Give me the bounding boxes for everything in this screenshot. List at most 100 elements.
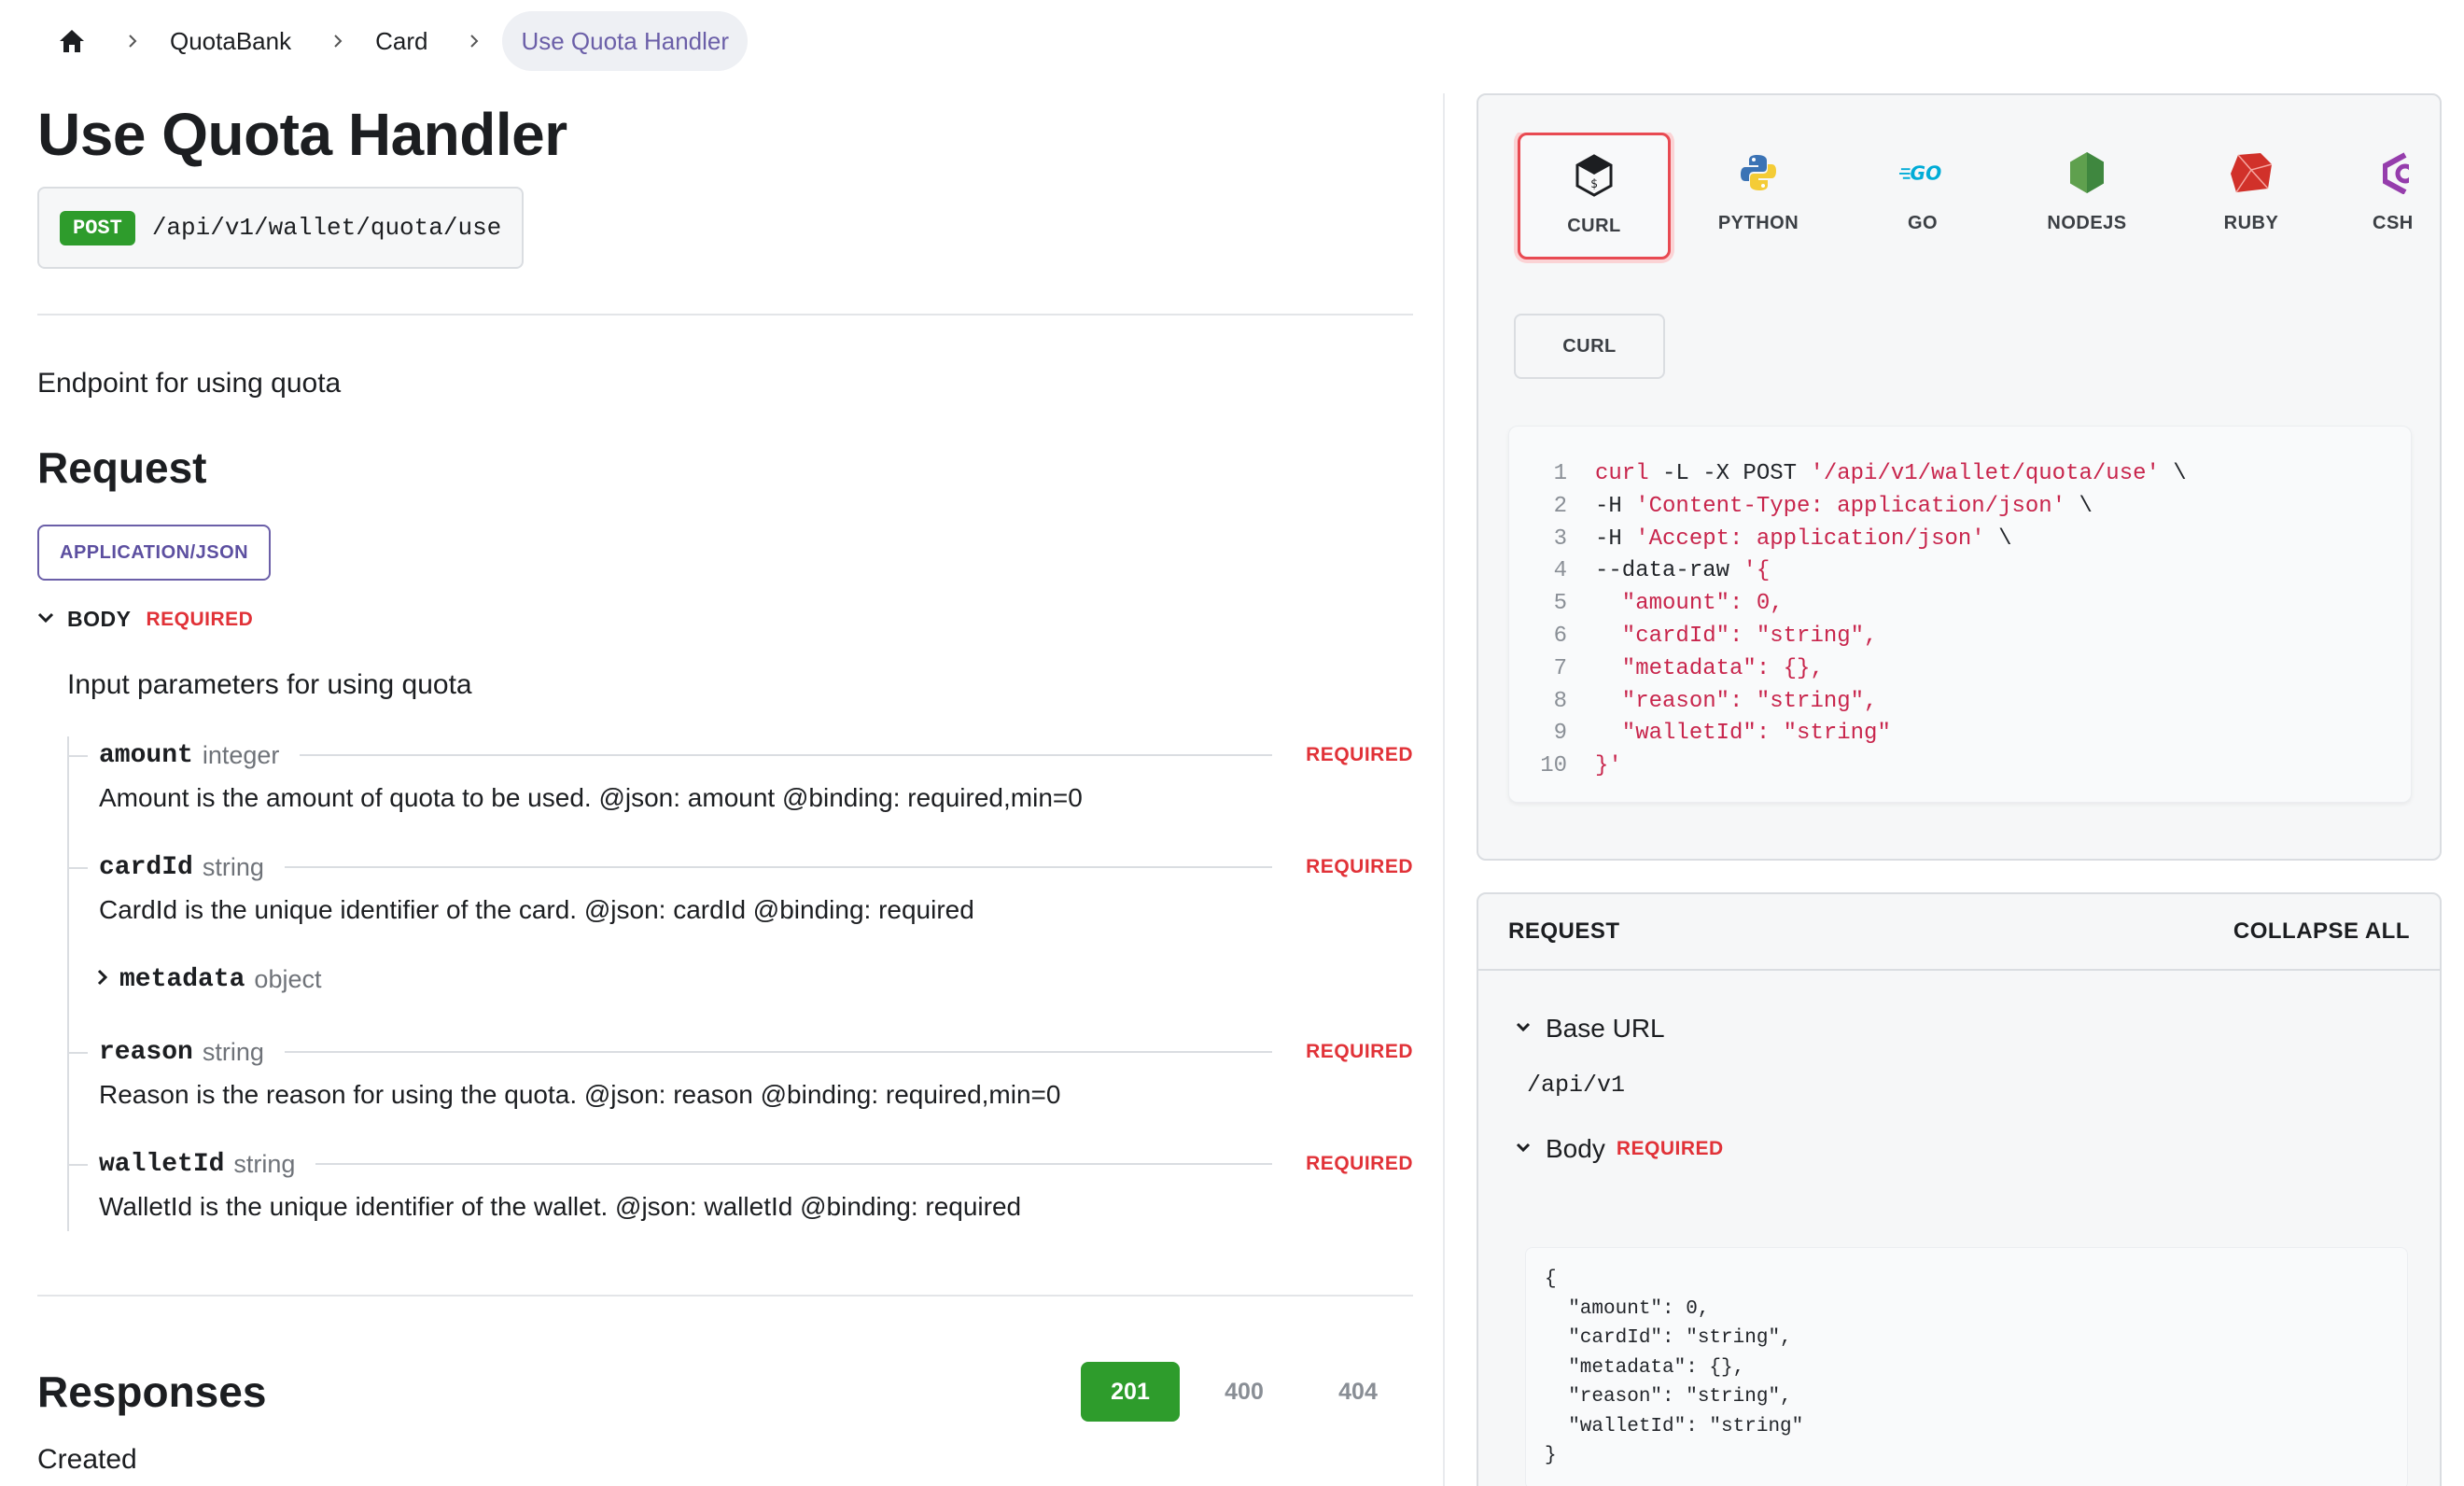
chevron-right-icon [97, 969, 108, 990]
body-label: Body [1546, 1134, 1605, 1163]
code-string: '{ [1743, 558, 1771, 584]
language-label: CSH [2373, 213, 2414, 233]
code-line: 2 -H 'Content-Type: application/json' \ [1509, 491, 2411, 524]
tab-language-python[interactable]: PYTHON [1682, 133, 1835, 259]
request-panel: REQUEST COLLAPSE ALL Base URL /api/v1 Bo… [1477, 892, 2442, 1486]
line-number: 5 [1553, 591, 1567, 617]
code-string: 'Accept: application/json' [1635, 526, 1985, 552]
request-heading: Request [37, 443, 207, 492]
body-line: "walletId": "string" [1545, 1415, 1804, 1437]
code-text: \ [1984, 526, 2012, 552]
body-label: BODY [67, 607, 132, 631]
code-line: 3 -H 'Accept: application/json' \ [1509, 524, 2411, 556]
chevron-down-icon [1516, 1020, 1531, 1037]
tab-language-curl[interactable]: $ CURL [1518, 133, 1671, 259]
code-line: 10}' [1509, 750, 2411, 783]
column-divider [1443, 93, 1445, 1486]
param-name: walletId [99, 1149, 225, 1179]
param-name: cardId [99, 852, 193, 882]
line-number: 3 [1553, 526, 1567, 552]
param-type: integer [202, 740, 280, 769]
svg-text:$: $ [1590, 177, 1598, 191]
tab-status-404[interactable]: 404 [1309, 1362, 1407, 1422]
response-status-tabs: 201 400 404 [1081, 1362, 1407, 1422]
body-line: "metadata": {}, [1545, 1356, 1745, 1379]
chevron-right-icon [123, 34, 142, 49]
csharp-icon [2353, 149, 2409, 196]
body-description: Input parameters for using quota [67, 669, 472, 700]
page-title: Use Quota Handler [37, 101, 567, 168]
code-string: 'Content-Type: application/json' [1635, 493, 2066, 519]
breadcrumb-item-card[interactable]: Card [375, 27, 427, 56]
code-samples-panel: $ CURL PYTHON GO GO NODEJS RUBY CSH CURL… [1477, 93, 2442, 861]
param-type: string [202, 1037, 264, 1066]
method-badge: POST [60, 210, 135, 245]
param-type: object [254, 964, 322, 993]
code-line: 9 "walletId": "string" [1509, 718, 2411, 750]
tab-status-400[interactable]: 400 [1195, 1362, 1294, 1422]
endpoint-path: /api/v1/wallet/quota/use [151, 214, 502, 242]
param-list: amount integer REQUIRED Amount is the am… [67, 736, 1413, 1231]
base-url-toggle[interactable]: Base URL [1516, 1014, 2440, 1044]
language-label: GO [1907, 213, 1939, 233]
code-string: '/api/v1/wallet/quota/use' [1810, 461, 2160, 486]
response-description: Created [37, 1444, 137, 1475]
code-string: "cardId": "string", [1595, 623, 1878, 649]
base-url-value: /api/v1 [1527, 1072, 1626, 1099]
ruby-icon [2228, 149, 2275, 196]
required-tag: REQUIRED [1306, 1041, 1413, 1062]
nodejs-icon [2064, 149, 2110, 196]
param-description: CardId is the unique identifier of the c… [99, 895, 974, 924]
tab-status-201[interactable]: 201 [1081, 1362, 1180, 1422]
code-text: --data-raw [1595, 558, 1743, 584]
breadcrumb-current: Use Quota Handler [502, 11, 749, 71]
base-url-label: Base URL [1546, 1014, 1665, 1043]
main-content: Use Quota Handler POST /api/v1/wallet/qu… [37, 84, 1413, 1476]
language-label: CURL [1567, 216, 1621, 236]
tab-language-csharp[interactable]: CSH [2339, 133, 2423, 259]
body-toggle[interactable]: Body REQUIRED [1516, 1134, 2440, 1164]
language-label: PYTHON [1717, 213, 1799, 233]
curl-variant-button[interactable]: CURL [1514, 314, 1665, 379]
code-text: -H [1595, 526, 1636, 552]
python-icon [1735, 149, 1782, 196]
divider [37, 314, 1413, 315]
code-string: }' [1595, 753, 1622, 779]
chevron-down-icon [1516, 1141, 1531, 1157]
line-number: 9 [1553, 721, 1567, 747]
breadcrumb-item-quotabank[interactable]: QuotaBank [170, 27, 291, 56]
collapse-all-button[interactable]: COLLAPSE ALL [2233, 918, 2410, 945]
param-type: string [202, 852, 264, 881]
param-metadata[interactable]: metadata object [69, 960, 1413, 998]
mime-type-button[interactable]: APPLICATION/JSON [37, 525, 272, 581]
tab-language-ruby[interactable]: RUBY [2175, 133, 2328, 259]
body-line: "reason": "string", [1545, 1386, 1792, 1408]
code-line: 7 "metadata": {}, [1509, 653, 2411, 686]
chevron-down-icon [37, 611, 54, 628]
code-line: 5 "amount": 0, [1509, 588, 2411, 621]
request-body-editor[interactable]: { "amount": 0, "cardId": "string", "meta… [1525, 1247, 2408, 1486]
required-tag: REQUIRED [146, 608, 254, 630]
required-tag: REQUIRED [1306, 1153, 1413, 1174]
param-divider [284, 1051, 1273, 1053]
language-tabs: $ CURL PYTHON GO GO NODEJS RUBY CSH [1514, 133, 2440, 263]
tab-language-nodejs[interactable]: NODEJS [2010, 133, 2163, 259]
body-line: { [1545, 1269, 1557, 1290]
param-amount: amount integer REQUIRED Amount is the am… [69, 736, 1413, 813]
param-divider [284, 866, 1273, 868]
required-tag: REQUIRED [1306, 856, 1413, 877]
line-number: 8 [1553, 688, 1567, 714]
code-line: 4 --data-raw '{ [1509, 555, 2411, 588]
endpoint-description: Endpoint for using quota [37, 368, 342, 399]
body-toggle[interactable]: BODY REQUIRED [37, 607, 1413, 632]
param-description: WalletId is the unique identifier of the… [99, 1192, 1022, 1221]
param-walletid: walletId string REQUIRED WalletId is the… [69, 1145, 1413, 1231]
line-number: 6 [1553, 623, 1567, 649]
home-icon[interactable] [58, 27, 86, 55]
tab-language-go[interactable]: GO GO [1846, 133, 1999, 259]
divider [37, 1295, 1413, 1297]
language-label: RUBY [2223, 213, 2279, 233]
code-text: \ [2065, 493, 2093, 519]
line-number: 7 [1553, 655, 1567, 681]
request-panel-header: REQUEST COLLAPSE ALL [1478, 894, 2440, 971]
